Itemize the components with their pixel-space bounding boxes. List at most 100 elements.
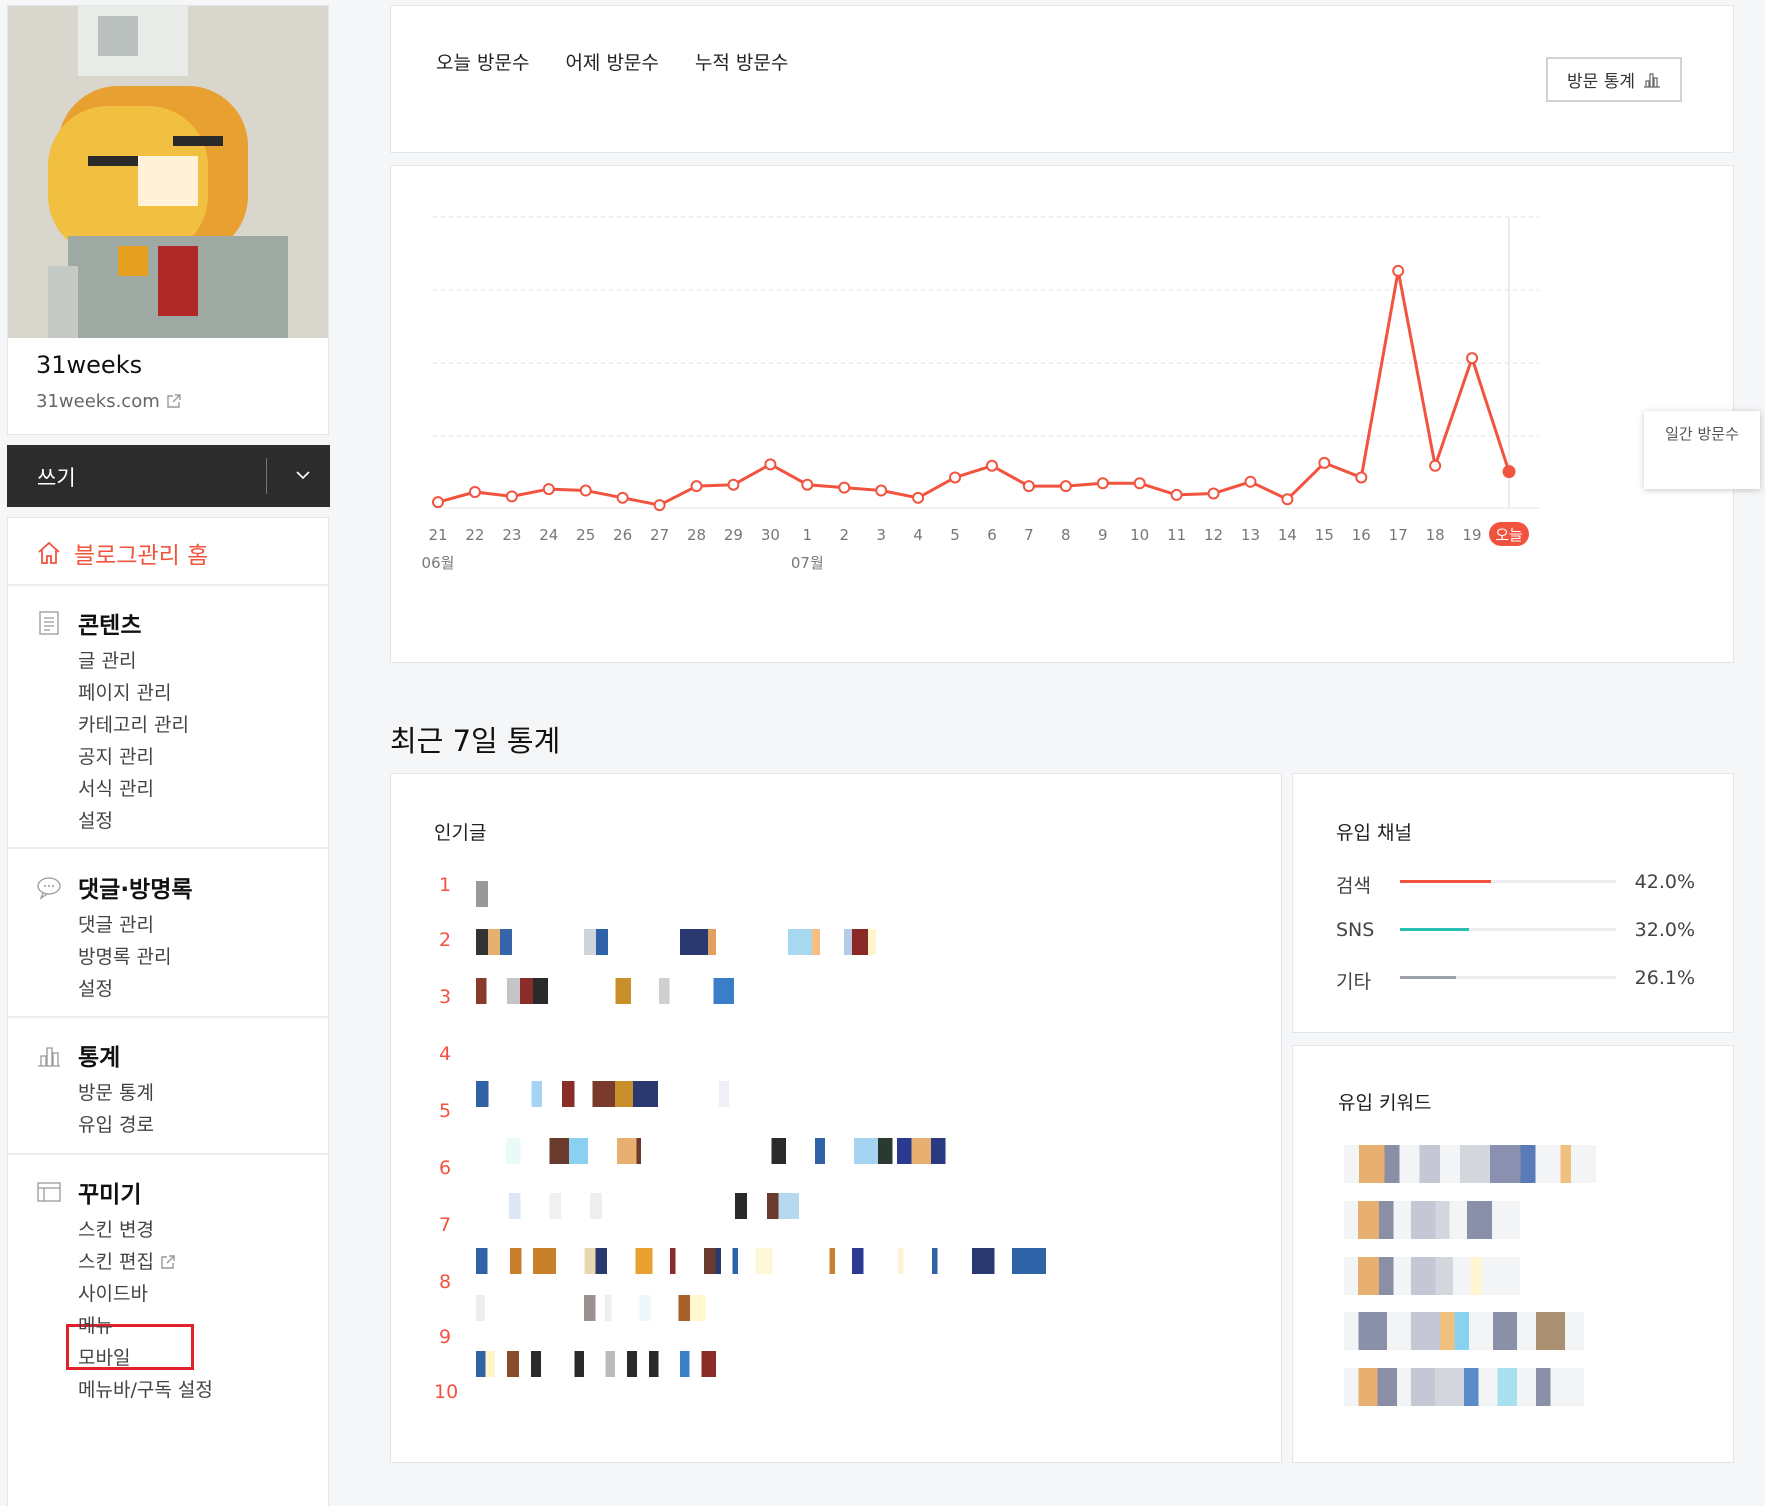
x-tick-label: 6: [987, 526, 997, 544]
sidebar-item-skin-edit[interactable]: 스킨 편집: [78, 1247, 176, 1274]
sidebar-item-referrers[interactable]: 유입 경로: [78, 1110, 154, 1137]
x-tick-label: 15: [1315, 526, 1334, 544]
sidebar-item-content-settings[interactable]: 설정: [78, 806, 113, 833]
data-point: [1466, 352, 1479, 365]
recent-stats-title: 최근 7일 통계: [390, 724, 561, 758]
blurred-keyword[interactable]: [1344, 1368, 1584, 1406]
channel-bar: [1400, 976, 1616, 979]
blurred-keyword[interactable]: [1344, 1312, 1584, 1350]
daily-visits-chart: 21 22 23 24 25 26 27 28 29 30 1 2 3 4 5 6 7 8 9 10 11 12 13 14 1…: [390, 165, 1760, 663]
x-tick-label: 11: [1167, 526, 1186, 544]
chevron-down-icon[interactable]: [295, 467, 311, 483]
x-tick-label: 13: [1241, 526, 1260, 544]
data-point: [1281, 493, 1294, 506]
data-point: [432, 496, 444, 509]
sidebar-item-templates[interactable]: 서식 관리: [78, 774, 154, 801]
x-tick-label: 21: [428, 526, 447, 544]
chart-tooltip: 일간 방문수: [1644, 411, 1760, 489]
x-tick-label: 2: [839, 526, 849, 544]
x-tick-label: 7: [1024, 526, 1034, 544]
inbound-keywords-card: 유입 키워드: [1292, 1045, 1734, 1463]
sidebar-item-posts[interactable]: 글 관리: [78, 646, 136, 673]
sidebar-item-notices[interactable]: 공지 관리: [78, 742, 154, 769]
layout-icon: [37, 1182, 61, 1202]
sidebar-item-comments[interactable]: 댓글 관리: [78, 910, 154, 937]
x-tick-label: 오늘: [1495, 526, 1523, 544]
write-button[interactable]: 쓰기: [37, 462, 76, 492]
blurred-post-title[interactable]: [476, 929, 876, 955]
tab-total-visits[interactable]: 누적 방문수: [695, 48, 788, 75]
x-tick-label: 28: [687, 526, 706, 544]
tab-today-visits[interactable]: 오늘 방문수: [436, 48, 529, 75]
data-point: [1429, 459, 1442, 472]
sidebar-menu: 블로그관리 홈 콘텐츠 글 관리 페이지 관리 카테고리 관리 공지 관리 서식…: [7, 517, 329, 1506]
popular-posts-card: 인기글 1 2 3 4 5 6 7 8 9 10: [390, 773, 1282, 1463]
x-tick-label: 14: [1278, 526, 1297, 544]
data-point: [1318, 456, 1331, 469]
channel-bar: [1400, 880, 1616, 883]
x-tick-label: 10: [1130, 526, 1149, 544]
sidebar-item-visit-stats[interactable]: 방문 통계: [78, 1078, 154, 1105]
blurred-keyword[interactable]: [1344, 1145, 1596, 1183]
sidebar-item-home[interactable]: 블로그관리 홈: [36, 536, 208, 570]
blurred-post-title[interactable]: [506, 1138, 989, 1164]
tab-yesterday-visits[interactable]: 어제 방문수: [565, 48, 658, 75]
menu-divider: [8, 1153, 328, 1155]
x-tick-label: 3: [876, 526, 886, 544]
data-point: [690, 480, 703, 493]
data-point: [542, 483, 555, 496]
sidebar-item-menubar[interactable]: 메뉴바/구독 설정: [78, 1375, 213, 1402]
data-point: [616, 491, 629, 504]
blurred-post-title[interactable]: [476, 1081, 729, 1107]
blurred-post-title[interactable]: [476, 1351, 716, 1377]
sidebar-section-stats[interactable]: 통계: [36, 1038, 120, 1072]
rank-number: 8: [438, 1271, 452, 1293]
blog-url[interactable]: 31weeks.com: [36, 391, 182, 412]
channel-percent: 42.0%: [1634, 871, 1695, 893]
blurred-post-title[interactable]: [476, 1248, 1046, 1274]
channel-percent: 26.1%: [1634, 967, 1695, 989]
bar-chart-icon: [38, 1047, 60, 1067]
visit-stats-button[interactable]: 방문 통계: [1546, 57, 1682, 102]
blurred-keyword[interactable]: [1344, 1201, 1520, 1239]
data-point: [1022, 480, 1035, 493]
data-point: [1133, 477, 1146, 490]
x-tick-label: 4: [913, 526, 923, 544]
data-point: [653, 499, 666, 512]
sidebar-item-sidebar[interactable]: 사이드바: [78, 1279, 148, 1306]
data-point: [1244, 475, 1257, 488]
profile-avatar[interactable]: [8, 6, 328, 338]
data-point: [505, 490, 518, 503]
traffic-channels-title: 유입 채널: [1336, 822, 1412, 844]
sidebar-item-skin-change[interactable]: 스킨 변경: [78, 1215, 154, 1242]
data-point: [1502, 465, 1516, 479]
blurred-post-title[interactable]: [476, 978, 734, 1004]
sidebar-section-design[interactable]: 꾸미기: [36, 1175, 141, 1209]
sidebar-section-label: 댓글·방명록: [78, 877, 193, 903]
sidebar-item-pages[interactable]: 페이지 관리: [78, 678, 171, 705]
sidebar-section-label: 콘텐츠: [78, 613, 142, 639]
data-point: [1170, 488, 1183, 501]
sidebar-item-guestbook[interactable]: 방명록 관리: [78, 942, 171, 969]
visit-tabs: 오늘 방문수 어제 방문수 누적 방문수: [436, 48, 788, 75]
sidebar-item-categories[interactable]: 카테고리 관리: [78, 710, 189, 737]
write-bar: 쓰기: [7, 445, 330, 507]
speech-bubble-icon: [37, 877, 61, 900]
blurred-post-title[interactable]: [476, 881, 488, 907]
rank-number: 4: [438, 1043, 452, 1065]
month-label: 06월: [422, 554, 455, 572]
sidebar-section-content[interactable]: 콘텐츠: [36, 606, 141, 640]
sidebar-section-comments[interactable]: 댓글·방명록: [36, 870, 193, 904]
sidebar-item-menu[interactable]: 메뉴: [78, 1311, 113, 1338]
blurred-post-title[interactable]: [509, 1193, 799, 1219]
sidebar-item-mobile[interactable]: 모바일: [78, 1343, 130, 1370]
rank-number: 9: [438, 1326, 452, 1348]
channel-percent: 32.0%: [1634, 919, 1695, 941]
skin-edit-label[interactable]: 스킨 편집: [78, 1251, 154, 1273]
x-tick-label: 19: [1463, 526, 1482, 544]
blog-url-text[interactable]: 31weeks.com: [36, 391, 160, 412]
blurred-keyword[interactable]: [1344, 1257, 1520, 1295]
sidebar-item-comment-settings[interactable]: 설정: [78, 974, 113, 1001]
blurred-post-title[interactable]: [476, 1295, 706, 1321]
x-tick-label: 16: [1352, 526, 1371, 544]
